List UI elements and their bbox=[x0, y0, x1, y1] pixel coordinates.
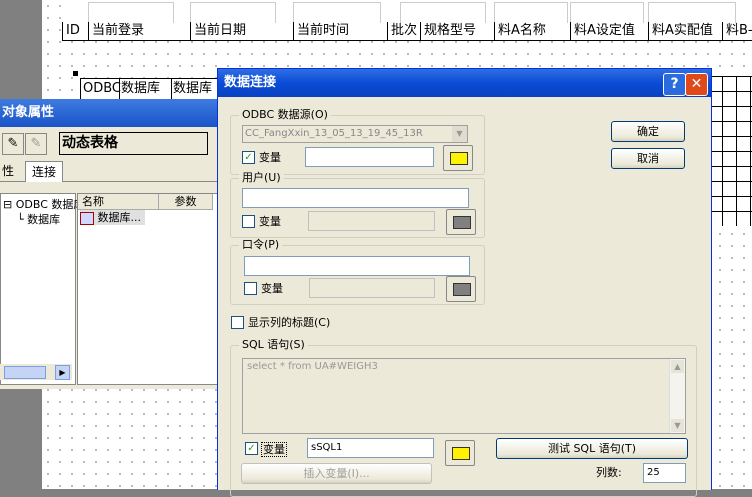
sql-variable-label: 变量 bbox=[261, 442, 287, 457]
connection-list: 名称 参数 数据库... bbox=[77, 193, 218, 385]
sql-variable-checkbox[interactable]: ✓ bbox=[245, 442, 258, 455]
database-icon bbox=[80, 211, 94, 225]
odbc-source-select[interactable]: CC_FangXxin_13_05_13_19_45_13R ▼ bbox=[242, 125, 468, 143]
header-cell-time[interactable]: 当前时间 bbox=[293, 22, 349, 40]
sql-vertical-scrollbar[interactable]: ▲ ▼ bbox=[669, 359, 685, 433]
user-variable-input[interactable] bbox=[308, 211, 435, 231]
dialog-title[interactable]: 数据连接 bbox=[218, 69, 711, 97]
scroll-right-arrow-icon[interactable]: ▶ bbox=[55, 365, 70, 380]
connection-tree: ⊟ ODBC 数据库 └ 数据库 bbox=[0, 193, 84, 385]
odbc-mini-table[interactable]: ODBC 数据库 数据库 bbox=[80, 78, 222, 100]
insert-variable-button[interactable]: 插入变量(I)... bbox=[241, 463, 432, 484]
list-row-name: 数据库... bbox=[97, 211, 142, 224]
header-cell-login[interactable]: 当前登录 bbox=[88, 22, 144, 40]
selection-handle[interactable] bbox=[73, 71, 78, 76]
show-titles-checkbox[interactable] bbox=[231, 316, 244, 329]
sql-variable-input[interactable]: sSQL1 bbox=[307, 438, 434, 458]
header-cell-spec[interactable]: 规格型号 bbox=[420, 22, 476, 40]
sql-group-label: SQL 语句(S) bbox=[239, 338, 308, 352]
password-group-label: 口令(P) bbox=[239, 238, 283, 252]
sql-browse-button[interactable] bbox=[445, 440, 475, 466]
panel-tabs: 性 连接 bbox=[0, 161, 222, 182]
tree-item-database-label: 数据库 bbox=[27, 213, 61, 226]
scroll-down-arrow-icon[interactable]: ▼ bbox=[671, 419, 684, 432]
scroll-thumb[interactable] bbox=[4, 366, 46, 379]
close-icon[interactable]: ✕ bbox=[685, 73, 708, 96]
help-icon[interactable]: ? bbox=[663, 73, 686, 96]
header-ghost-cell bbox=[570, 2, 644, 23]
tree-item-database[interactable]: └ 数据库 bbox=[17, 211, 60, 227]
user-variable-checkbox[interactable] bbox=[242, 215, 255, 228]
header-cell-material-b[interactable]: 料B- bbox=[722, 22, 752, 40]
tab-connection[interactable]: 连接 bbox=[25, 161, 64, 182]
sql-textarea[interactable]: select * from UA#WEIGH3 ▲ ▼ bbox=[242, 358, 686, 434]
object-properties-panel: 对象属性 ✎ ✎ 动态表格 性 连接 ⊟ ODBC 数据库 └ 数据库 ▶ 名称… bbox=[0, 99, 224, 389]
mini-cell-database-2: 数据库 bbox=[173, 81, 213, 96]
grid-table-right bbox=[708, 76, 752, 226]
sql-group: SQL 语句(S) select * from UA#WEIGH3 ▲ ▼ ✓ … bbox=[230, 338, 697, 497]
mini-cell-odbc: ODBC bbox=[81, 79, 121, 99]
password-variable-input[interactable] bbox=[309, 278, 435, 298]
tree-item-odbc-label: ODBC 数据库 bbox=[15, 198, 85, 211]
folder-icon bbox=[453, 283, 471, 296]
ok-button[interactable]: 确定 bbox=[611, 121, 685, 142]
mini-cell-database: 数据库 bbox=[119, 79, 172, 99]
user-group-label: 用户(U) bbox=[239, 171, 284, 185]
header-ghost-cell bbox=[400, 2, 486, 23]
odbc-variable-checkbox[interactable]: ✓ bbox=[242, 151, 255, 164]
report-header-table: ID 当前登录 当前日期 当前时间 批次 规格型号 料A名称 料A设定值 料A实… bbox=[62, 2, 752, 41]
header-ghost-cell bbox=[88, 2, 174, 23]
header-cell-id[interactable]: ID bbox=[62, 22, 80, 40]
sql-text: select * from UA#WEIGH3 bbox=[247, 361, 378, 372]
header-ghost-cell bbox=[293, 2, 381, 23]
data-connection-dialog: 数据连接 ? ✕ 确定 取消 ODBC 数据源(O) CC_FangXxin_1… bbox=[217, 68, 712, 497]
folder-icon bbox=[453, 216, 471, 229]
odbc-group-label: ODBC 数据源(O) bbox=[239, 108, 331, 122]
columns-count-label: 列数: bbox=[596, 466, 622, 479]
user-browse-button[interactable] bbox=[446, 209, 476, 235]
user-input[interactable] bbox=[242, 188, 469, 208]
tab-properties[interactable]: 性 bbox=[0, 161, 20, 181]
odbc-variable-label: 变量 bbox=[259, 151, 281, 164]
link-disabled-icon[interactable]: ✎ bbox=[25, 133, 47, 155]
columns-count-input[interactable]: 25 bbox=[643, 463, 686, 483]
tree-item-odbc[interactable]: ⊟ ODBC 数据库 bbox=[3, 196, 84, 212]
chevron-down-icon[interactable]: ▼ bbox=[452, 126, 467, 142]
panel-title[interactable]: 对象属性 bbox=[0, 99, 224, 127]
object-name-field[interactable]: 动态表格 bbox=[59, 132, 208, 155]
header-ghost-cell bbox=[648, 2, 736, 23]
user-variable-label: 变量 bbox=[259, 215, 281, 228]
password-variable-label: 变量 bbox=[261, 282, 283, 295]
list-header-param[interactable]: 参数 bbox=[159, 194, 213, 210]
link-icon[interactable]: ✎ bbox=[2, 133, 24, 155]
folder-icon bbox=[452, 447, 470, 460]
tree-horizontal-scrollbar[interactable]: ▶ bbox=[0, 364, 72, 380]
cancel-button[interactable]: 取消 bbox=[611, 148, 685, 169]
header-ghost-cell bbox=[494, 2, 568, 23]
header-cell-material-a-set[interactable]: 料A设定值 bbox=[570, 22, 635, 40]
odbc-browse-button[interactable] bbox=[443, 145, 473, 171]
password-variable-checkbox[interactable] bbox=[244, 282, 257, 295]
show-titles-label: 显示列的标题(C) bbox=[248, 316, 331, 329]
test-sql-button[interactable]: 测试 SQL 语句(T) bbox=[496, 438, 688, 459]
header-cell-material-a-name[interactable]: 料A名称 bbox=[494, 22, 546, 40]
header-ghost-cell bbox=[190, 2, 276, 23]
folder-icon bbox=[450, 152, 468, 165]
odbc-variable-input[interactable] bbox=[305, 147, 434, 167]
header-cell-material-a-actual[interactable]: 料A实配值 bbox=[648, 22, 713, 40]
header-cell-date[interactable]: 当前日期 bbox=[190, 22, 246, 40]
list-row[interactable]: 数据库... bbox=[80, 210, 145, 225]
odbc-source-value: CC_FangXxin_13_05_13_19_45_13R bbox=[245, 128, 423, 139]
password-input[interactable] bbox=[244, 256, 470, 276]
list-header-name[interactable]: 名称 bbox=[78, 194, 159, 210]
password-browse-button[interactable] bbox=[446, 276, 476, 302]
scroll-up-arrow-icon[interactable]: ▲ bbox=[671, 360, 684, 373]
header-cell-batch[interactable]: 批次 bbox=[387, 22, 417, 40]
